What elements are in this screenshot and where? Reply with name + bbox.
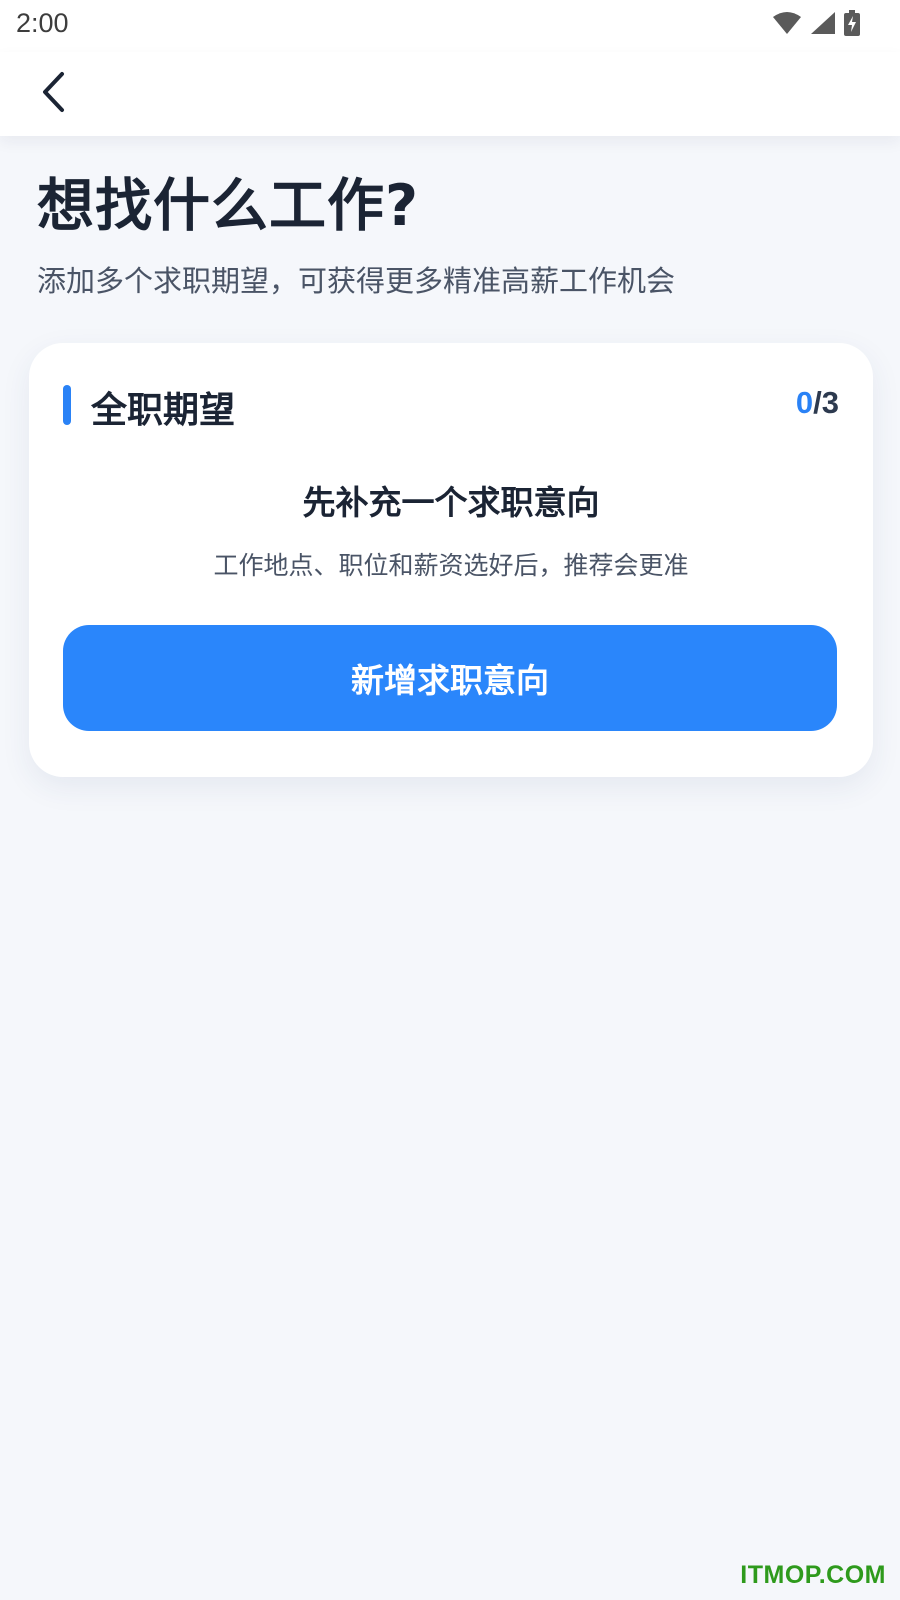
watermark: ITMOP.COM — [740, 1561, 886, 1589]
chevron-left-icon — [40, 71, 68, 117]
page-subtitle: 添加多个求职期望，可获得更多精准高薪工作机会 — [37, 264, 676, 298]
fulltime-expectation-card: 全职期望 0/3 先补充一个求职意向 工作地点、职位和薪资选好后，推荐会更准 新… — [29, 343, 873, 777]
card-hint: 工作地点、职位和薪资选好后，推荐会更准 — [213, 551, 689, 580]
expectation-count-total: /3 — [813, 385, 839, 420]
status-icons — [772, 10, 860, 40]
card-accent-bar — [63, 385, 71, 425]
add-job-intention-button[interactable]: 新增求职意向 — [63, 625, 837, 731]
signal-icon — [810, 11, 836, 39]
card-heading: 先补充一个求职意向 — [302, 483, 600, 522]
status-time: 2:00 — [16, 8, 69, 38]
battery-charging-icon — [844, 10, 860, 40]
nav-bar — [0, 52, 900, 136]
expectation-count-current: 0 — [795, 385, 814, 420]
page-title: 想找什么工作? — [37, 173, 420, 239]
status-bar: 2:00 — [0, 0, 900, 52]
card-title: 全职期望 — [91, 390, 236, 431]
wifi-icon — [772, 11, 802, 39]
expectation-count: 0/3 — [796, 385, 839, 421]
back-button[interactable] — [28, 64, 80, 124]
